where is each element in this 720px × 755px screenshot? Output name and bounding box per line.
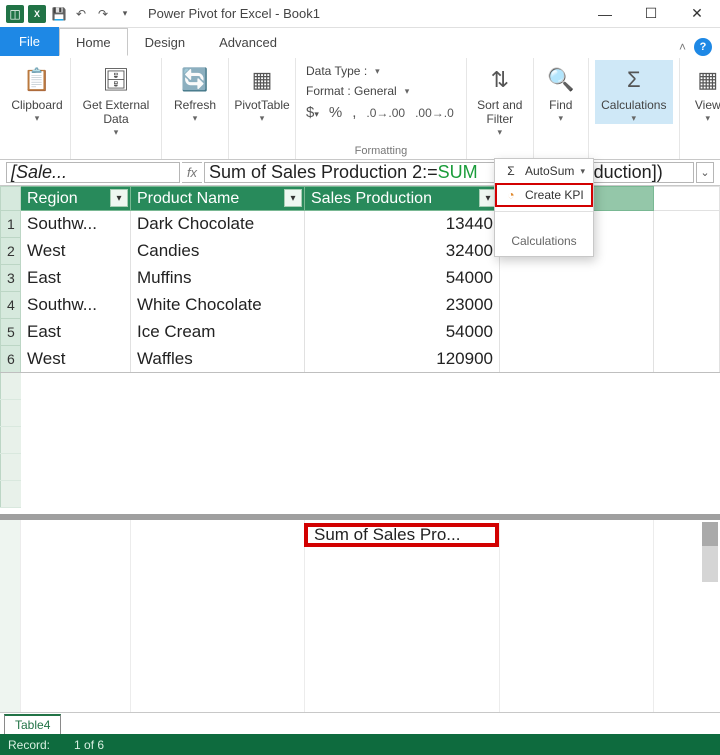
database-icon: 🗄 xyxy=(100,64,132,96)
fx-icon[interactable]: fx xyxy=(182,162,202,183)
refresh-button[interactable]: 🔄 Refresh ▾ xyxy=(168,60,222,124)
status-record-counter: 1 of 6 xyxy=(74,738,104,752)
sheet-tab[interactable]: Table4 xyxy=(4,714,61,734)
column-header-product[interactable]: Product Name▾ xyxy=(131,187,305,211)
filter-dropdown-icon[interactable]: ▾ xyxy=(284,189,302,207)
ribbon: 📋 Clipboard ▾ 🗄 Get External Data ▾ 🔄 Re… xyxy=(0,56,720,160)
chevron-down-icon: ▾ xyxy=(559,113,564,124)
close-button[interactable]: ✕ xyxy=(674,0,720,28)
data-grid[interactable]: Region▾ Product Name▾ Sales Production▾ … xyxy=(0,186,720,514)
window-title: Power Pivot for Excel - Book1 xyxy=(140,6,582,21)
table-row: 4 Southw... White Chocolate 23000 xyxy=(1,292,720,319)
measure-rownum-gutter xyxy=(0,520,20,712)
tab-advanced[interactable]: Advanced xyxy=(202,28,294,56)
sheet-tab-bar: Table4 xyxy=(0,712,720,734)
chevron-down-icon: ▾ xyxy=(35,113,40,124)
calculations-dropdown: Σ AutoSum ◔ Create KPI Calculations xyxy=(494,158,594,257)
measure-grid[interactable]: Sum of Sales Pro... xyxy=(0,520,720,712)
undo-icon[interactable]: ↶ xyxy=(72,5,90,23)
table-row: 2 West Candies 32400 xyxy=(1,238,720,265)
sigma-icon: Σ xyxy=(503,163,519,179)
get-external-data-button[interactable]: 🗄 Get External Data ▾ xyxy=(77,60,155,138)
chevron-down-icon: ▾ xyxy=(498,127,503,138)
powerpivot-app-icon: ◫ xyxy=(6,5,24,23)
tab-file[interactable]: File xyxy=(0,27,59,56)
column-header-region[interactable]: Region▾ xyxy=(21,187,131,211)
percent-icon[interactable]: % xyxy=(329,104,342,121)
collapse-ribbon-icon[interactable]: ˄ xyxy=(679,40,686,54)
create-kpi-menu-item[interactable]: ◔ Create KPI xyxy=(495,183,593,207)
table-row: 3 East Muffins 54000 xyxy=(1,265,720,292)
formula-bar[interactable]: Sum of Sales Production 2:=SUM oduction]… xyxy=(204,162,694,183)
expand-formula-bar-icon[interactable]: ⌄ xyxy=(696,162,714,183)
qat-customize-icon[interactable]: ▾ xyxy=(116,5,134,23)
name-box[interactable]: [Sale... xyxy=(6,162,180,183)
status-record-label: Record: xyxy=(8,738,50,752)
redo-icon[interactable]: ↷ xyxy=(94,5,112,23)
column-header-sales[interactable]: Sales Production▾ xyxy=(305,187,500,211)
menu-separator xyxy=(495,211,593,212)
save-icon[interactable]: 💾 xyxy=(50,5,68,23)
title-bar: ◫ X 💾 ↶ ↷ ▾ Power Pivot for Excel - Book… xyxy=(0,0,720,28)
filter-dropdown-icon[interactable]: ▾ xyxy=(110,189,128,207)
select-all-corner[interactable] xyxy=(1,187,21,211)
minimize-button[interactable]: — xyxy=(582,0,628,28)
table-row: 6 West Waffles 120900 xyxy=(1,346,720,373)
dropdown-caption: Calculations xyxy=(495,216,593,256)
blank-header xyxy=(654,187,720,211)
table-row: 5 East Ice Cream 54000 xyxy=(1,319,720,346)
view-icon: ▦ xyxy=(692,64,720,96)
table-row: 1 Southw... Dark Chocolate 13440 xyxy=(1,211,720,238)
view-button[interactable]: ▦ View ▾ xyxy=(686,60,720,124)
tab-design[interactable]: Design xyxy=(128,28,202,56)
sort-filter-button[interactable]: ⇅ Sort and Filter ▾ xyxy=(473,60,527,138)
find-icon: 🔍 xyxy=(545,64,577,96)
pivottable-icon: ▦ xyxy=(246,64,278,96)
calculations-button[interactable]: Σ Calculations ▾ xyxy=(595,60,673,124)
kpi-icon: ◔ xyxy=(503,187,519,203)
clipboard-button[interactable]: 📋 Clipboard ▾ xyxy=(10,60,64,124)
tab-home[interactable]: Home xyxy=(59,28,128,56)
pivottable-button[interactable]: ▦ PivotTable ▾ xyxy=(235,60,289,124)
decrease-decimal-icon[interactable]: .00→.0 xyxy=(415,106,454,120)
comma-icon[interactable]: , xyxy=(352,104,356,121)
sigma-icon: Σ xyxy=(618,64,650,96)
measure-cell-selected[interactable]: Sum of Sales Pro... xyxy=(304,523,499,547)
clipboard-icon: 📋 xyxy=(21,64,53,96)
find-button[interactable]: 🔍 Find ▾ xyxy=(540,60,582,124)
chevron-down-icon: ▾ xyxy=(706,113,711,124)
sort-icon: ⇅ xyxy=(484,64,516,96)
quick-access-toolbar: ◫ X 💾 ↶ ↷ ▾ xyxy=(0,5,140,23)
status-bar: Record: 1 of 6 xyxy=(0,734,720,755)
chevron-down-icon: ▾ xyxy=(632,113,637,124)
maximize-button[interactable]: ☐ xyxy=(628,0,674,28)
help-icon[interactable]: ? xyxy=(694,38,712,56)
ribbon-tabs: File Home Design Advanced ˄ ? xyxy=(0,28,720,56)
chevron-down-icon: ▾ xyxy=(114,127,119,138)
data-type-selector[interactable]: Data Type :▾ xyxy=(306,64,380,78)
excel-app-icon: X xyxy=(28,5,46,23)
vertical-scrollbar[interactable] xyxy=(702,522,718,582)
refresh-icon: 🔄 xyxy=(179,64,211,96)
currency-icon[interactable]: $▾ xyxy=(306,104,319,121)
chevron-down-icon: ▾ xyxy=(260,113,265,124)
chevron-down-icon: ▾ xyxy=(193,113,198,124)
increase-decimal-icon[interactable]: .0→.00 xyxy=(366,106,405,120)
autosum-menu-item[interactable]: Σ AutoSum xyxy=(495,159,593,183)
formula-bar-row: [Sale... fx Sum of Sales Production 2:=S… xyxy=(0,160,720,186)
group-caption-formatting: Formatting xyxy=(302,143,460,159)
format-selector[interactable]: Format : General▾ xyxy=(306,84,409,98)
